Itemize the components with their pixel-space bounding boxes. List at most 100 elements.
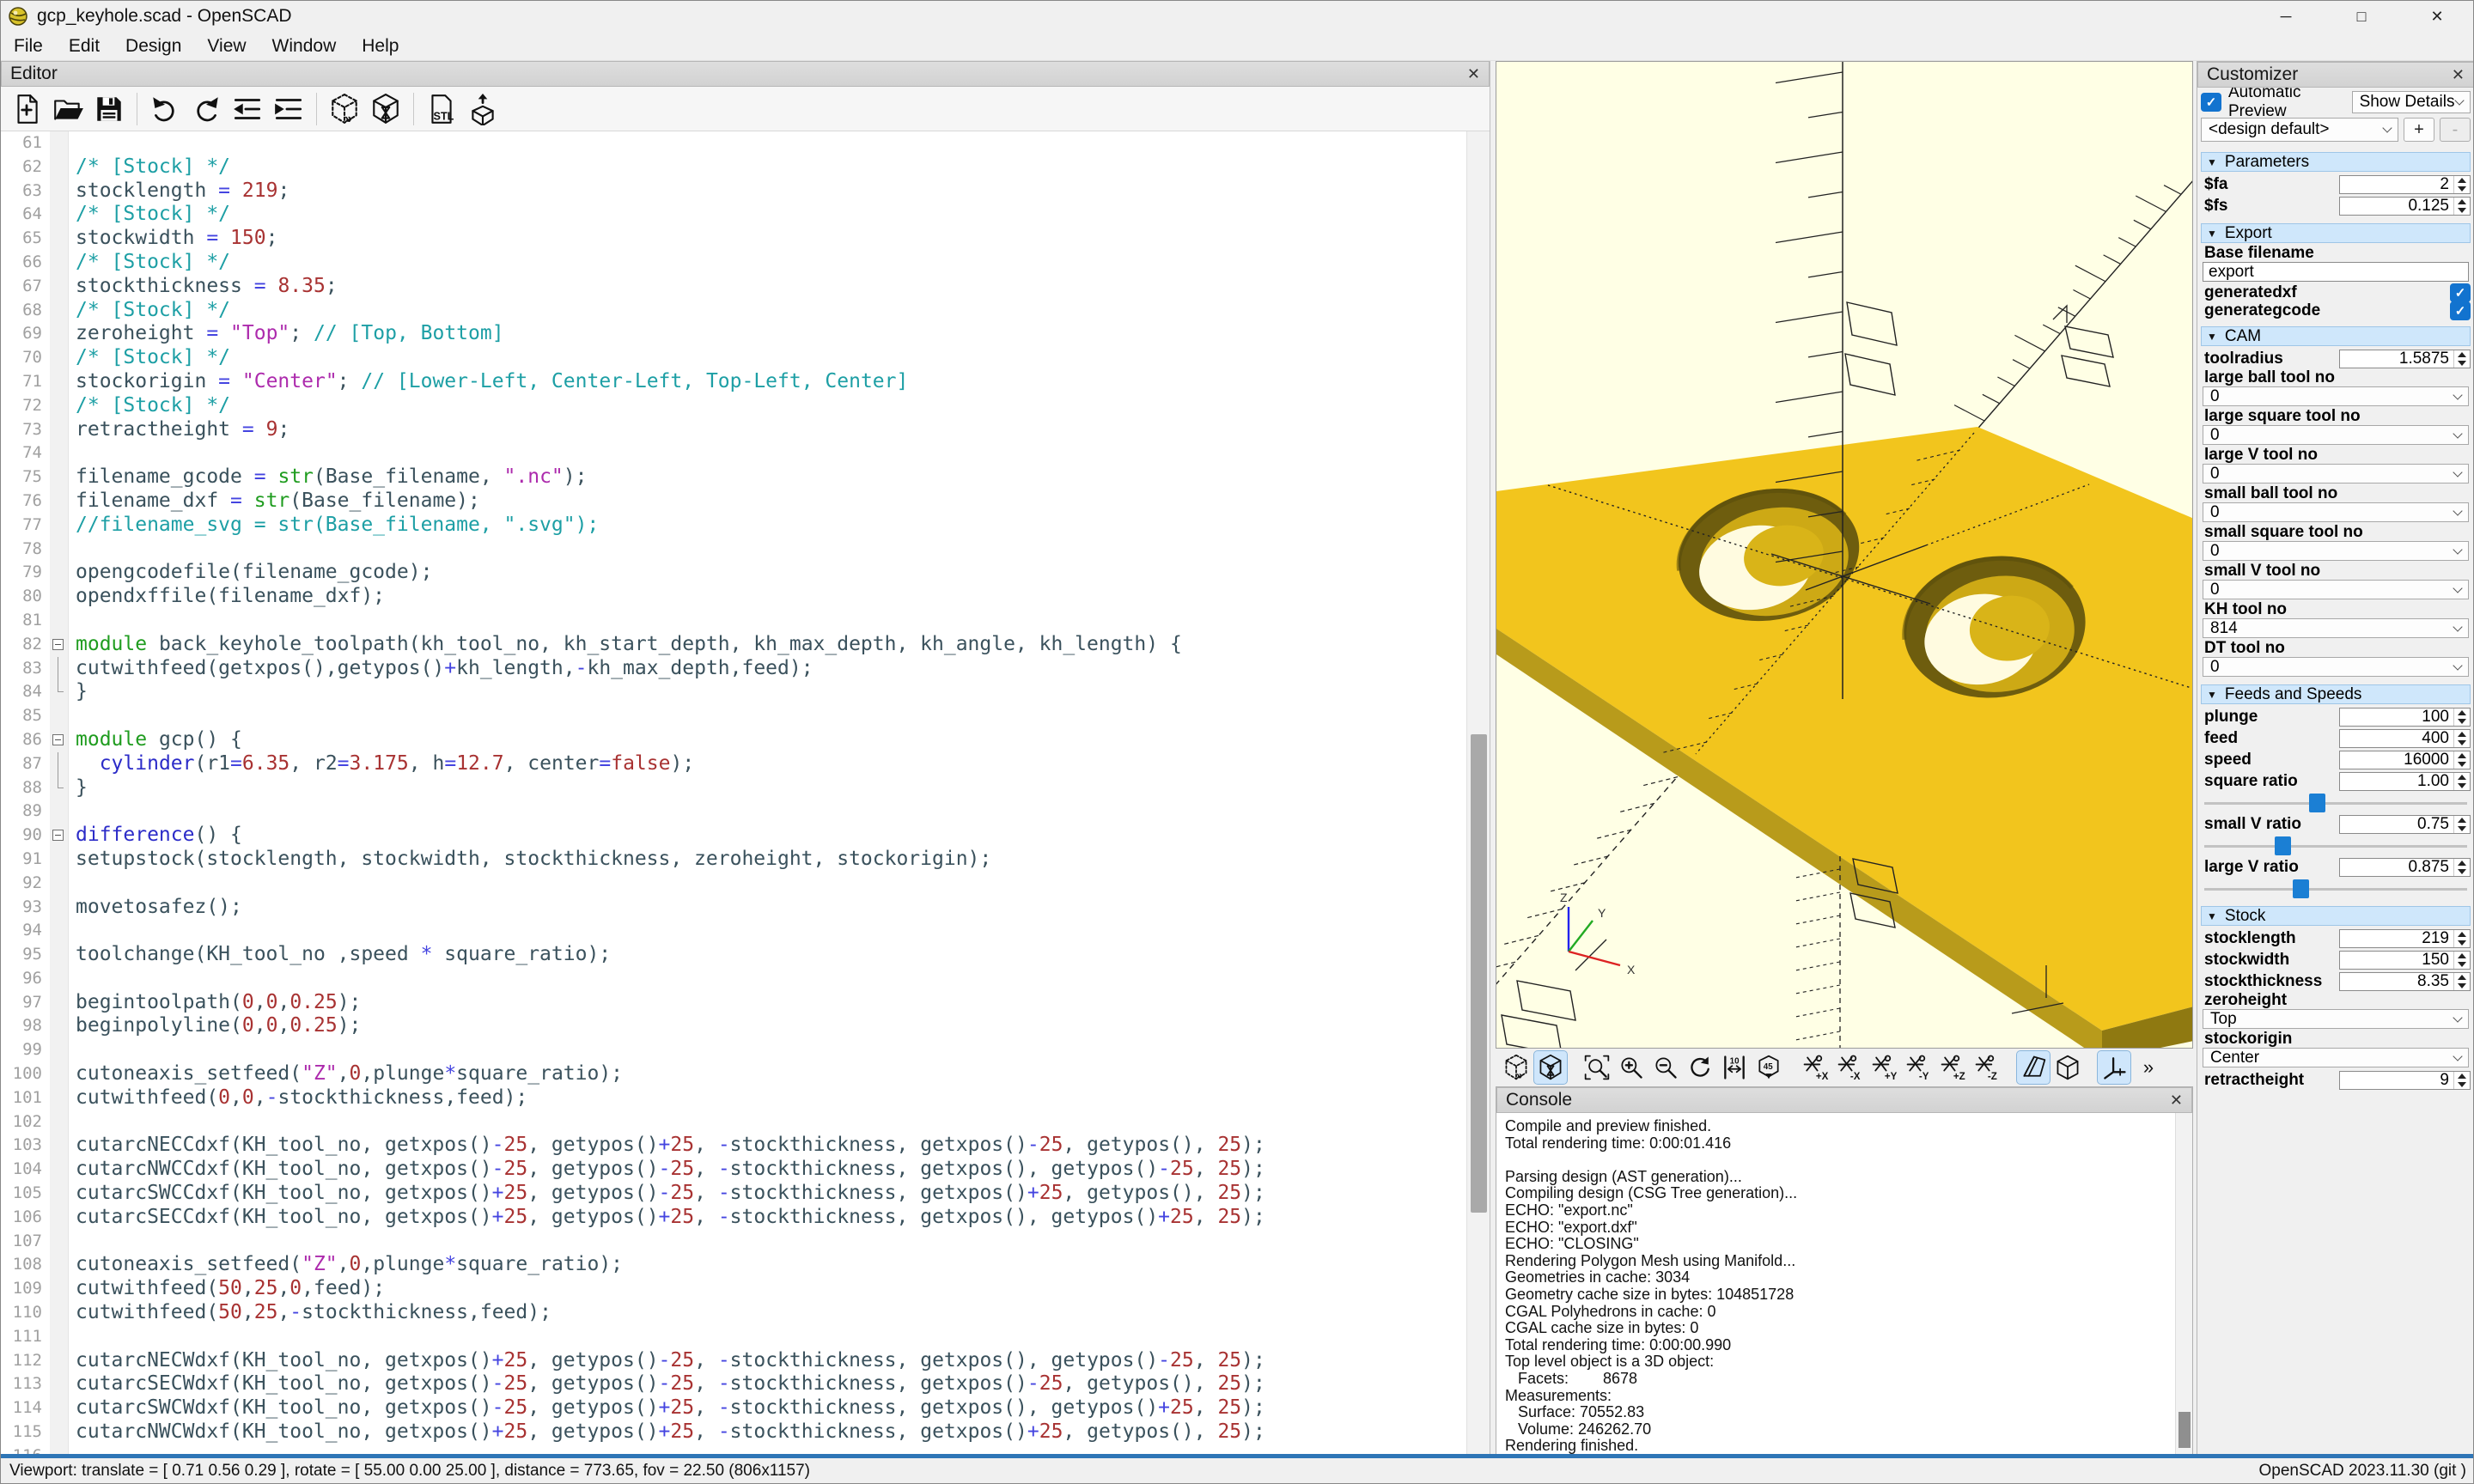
- perspective-button[interactable]: [2017, 1051, 2050, 1084]
- view-minus-z-button[interactable]: -Z: [1971, 1051, 2003, 1084]
- customizer-close-icon[interactable]: ✕: [2452, 66, 2465, 84]
- spin-down-icon[interactable]: [2454, 824, 2470, 833]
- reset-view-button[interactable]: [1684, 1051, 1716, 1084]
- view-render-button[interactable]: [1534, 1051, 1567, 1084]
- view-minus-y-button[interactable]: -Y: [1902, 1051, 1935, 1084]
- generategcode-checkbox[interactable]: ✓: [2450, 301, 2471, 320]
- section-header-export[interactable]: ▼Export: [2201, 223, 2471, 243]
- section-header-parameters[interactable]: ▼Parameters: [2201, 152, 2471, 172]
- orthogonal-button[interactable]: [2051, 1051, 2084, 1084]
- view-plus-z-button[interactable]: +Z: [1936, 1051, 1969, 1084]
- export-button[interactable]: [464, 90, 502, 128]
- large-ball-tool-no-dropdown[interactable]: 0: [2203, 386, 2469, 406]
- maximize-button[interactable]: □: [2324, 1, 2399, 32]
- dt-tool-no-dropdown[interactable]: 0: [2203, 657, 2469, 677]
- preset-dropdown[interactable]: <design default>: [2201, 118, 2398, 142]
- console-scrollbar[interactable]: [2175, 1113, 2192, 1455]
- small-v-ratio-spinbox[interactable]: 0.75: [2339, 815, 2471, 834]
- save-button[interactable]: [90, 90, 128, 128]
- spin-down-icon[interactable]: [2454, 760, 2470, 769]
- small-square-tool-no-dropdown[interactable]: 0: [2203, 541, 2469, 561]
- plunge-spinbox[interactable]: 100: [2339, 708, 2471, 727]
- fs-spinbox[interactable]: 0.125: [2339, 197, 2471, 216]
- spin-up-icon[interactable]: [2454, 773, 2470, 782]
- new-file-button[interactable]: [8, 90, 46, 128]
- fold-margin[interactable]: [50, 633, 69, 657]
- menu-edit[interactable]: Edit: [56, 32, 113, 61]
- fa-spinbox[interactable]: 2: [2339, 175, 2471, 194]
- large-square-tool-no-dropdown[interactable]: 0: [2203, 425, 2469, 445]
- editor-close-icon[interactable]: ✕: [1467, 65, 1480, 83]
- redo-button[interactable]: [187, 90, 225, 128]
- view-minus-x-button[interactable]: -X: [1833, 1051, 1866, 1084]
- spin-down-icon[interactable]: [2454, 960, 2470, 969]
- speed-spinbox[interactable]: 16000: [2339, 751, 2471, 769]
- spin-up-icon[interactable]: [2454, 176, 2470, 185]
- spin-down-icon[interactable]: [2454, 739, 2470, 747]
- spin-down-icon[interactable]: [2454, 782, 2470, 790]
- toolradius-spinbox[interactable]: 1.5875: [2339, 350, 2471, 368]
- unindent-button[interactable]: [229, 90, 266, 128]
- large-v-ratio-spinbox[interactable]: 0.875: [2339, 858, 2471, 877]
- 3d-viewport[interactable]: ZYX: [1496, 61, 2193, 1049]
- spin-up-icon[interactable]: [2454, 859, 2470, 867]
- menu-file[interactable]: File: [1, 32, 56, 61]
- spin-down-icon[interactable]: [2454, 867, 2470, 876]
- slider-thumb[interactable]: [2275, 836, 2291, 855]
- spin-up-icon[interactable]: [2454, 198, 2470, 206]
- undo-button[interactable]: [146, 90, 184, 128]
- spin-down-icon[interactable]: [2454, 982, 2470, 990]
- zeroheight-dropdown[interactable]: Top: [2203, 1009, 2469, 1029]
- spin-down-icon[interactable]: [2454, 1080, 2470, 1089]
- large-v-tool-no-dropdown[interactable]: 0: [2203, 464, 2469, 484]
- add-preset-button[interactable]: +: [2404, 118, 2434, 142]
- more-button[interactable]: »: [2132, 1051, 2165, 1084]
- stockorigin-dropdown[interactable]: Center: [2203, 1048, 2469, 1067]
- square-ratio-spinbox[interactable]: 1.00: [2339, 772, 2471, 791]
- export-stl-button[interactable]: STL: [423, 90, 460, 128]
- spin-down-icon[interactable]: [2454, 359, 2470, 368]
- fold-margin[interactable]: [50, 728, 69, 752]
- console-scrollbar-thumb[interactable]: [2178, 1412, 2191, 1448]
- spin-up-icon[interactable]: [2454, 751, 2470, 760]
- measure-distance-button[interactable]: 10: [1718, 1051, 1751, 1084]
- code-editor[interactable]: 6162/* [Stock] */63stocklength = 219;64/…: [1, 131, 1461, 1456]
- view-preview-button[interactable]: »: [1500, 1051, 1533, 1084]
- editor-scrollbar[interactable]: [1466, 131, 1490, 1456]
- close-button[interactable]: ✕: [2399, 1, 2474, 32]
- section-header-stock[interactable]: ▼Stock: [2201, 906, 2471, 926]
- section-header-feeds-and-speeds[interactable]: ▼Feeds and Speeds: [2201, 684, 2471, 704]
- indent-button[interactable]: [270, 90, 308, 128]
- show-axes-button[interactable]: [2098, 1051, 2130, 1084]
- slider-thumb[interactable]: [2293, 879, 2309, 898]
- stockwidth-spinbox[interactable]: 150: [2339, 951, 2471, 970]
- generatedxf-checkbox[interactable]: ✓: [2450, 283, 2471, 302]
- fold-margin[interactable]: [50, 824, 69, 848]
- zoom-in-button[interactable]: [1615, 1051, 1648, 1084]
- menu-window[interactable]: Window: [259, 32, 350, 61]
- menu-help[interactable]: Help: [349, 32, 411, 61]
- preview-button[interactable]: »: [326, 90, 363, 128]
- small-v-tool-no-dropdown[interactable]: 0: [2203, 580, 2469, 599]
- view-plus-y-button[interactable]: +Y: [1868, 1051, 1900, 1084]
- details-dropdown[interactable]: Show Details: [2352, 91, 2471, 113]
- spin-up-icon[interactable]: [2454, 816, 2470, 824]
- menu-view[interactable]: View: [194, 32, 259, 61]
- automatic-preview-checkbox[interactable]: ✓: [2201, 93, 2221, 112]
- spin-up-icon[interactable]: [2454, 730, 2470, 739]
- spin-down-icon[interactable]: [2454, 939, 2470, 947]
- spin-down-icon[interactable]: [2454, 185, 2470, 193]
- zoom-out-button[interactable]: [1649, 1051, 1682, 1084]
- spin-down-icon[interactable]: [2454, 717, 2470, 726]
- editor-scrollbar-thumb[interactable]: [1471, 734, 1487, 1213]
- console-close-icon[interactable]: ✕: [2170, 1092, 2183, 1110]
- open-file-button[interactable]: [49, 90, 87, 128]
- stocklength-spinbox[interactable]: 219: [2339, 929, 2471, 948]
- feed-spinbox[interactable]: 400: [2339, 729, 2471, 748]
- section-header-cam[interactable]: ▼CAM: [2201, 326, 2471, 346]
- render-button[interactable]: [367, 90, 405, 128]
- remove-preset-button[interactable]: -: [2440, 118, 2471, 142]
- spin-down-icon[interactable]: [2454, 206, 2470, 215]
- small-v-ratio-slider[interactable]: [2204, 836, 2467, 855]
- small-ball-tool-no-dropdown[interactable]: 0: [2203, 502, 2469, 522]
